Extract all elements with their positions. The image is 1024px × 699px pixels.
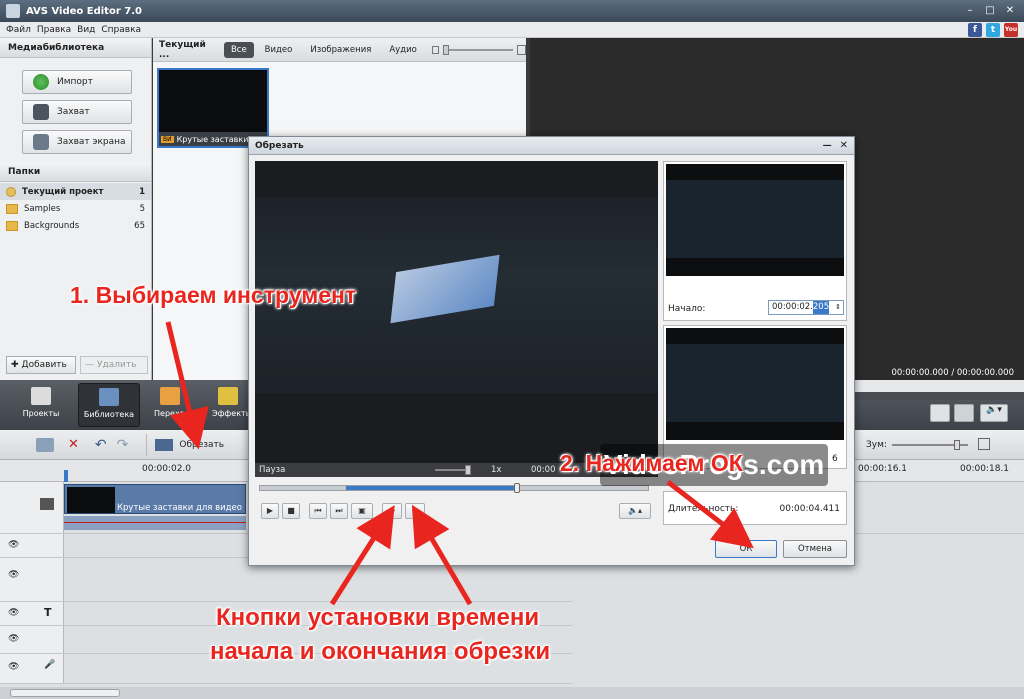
arrow-to-ok — [666, 480, 754, 549]
arrow-to-trim — [165, 321, 209, 450]
annotation-arrows — [165, 321, 754, 606]
arrow-to-start-button — [329, 505, 395, 606]
arrow-to-end-button — [411, 504, 473, 606]
